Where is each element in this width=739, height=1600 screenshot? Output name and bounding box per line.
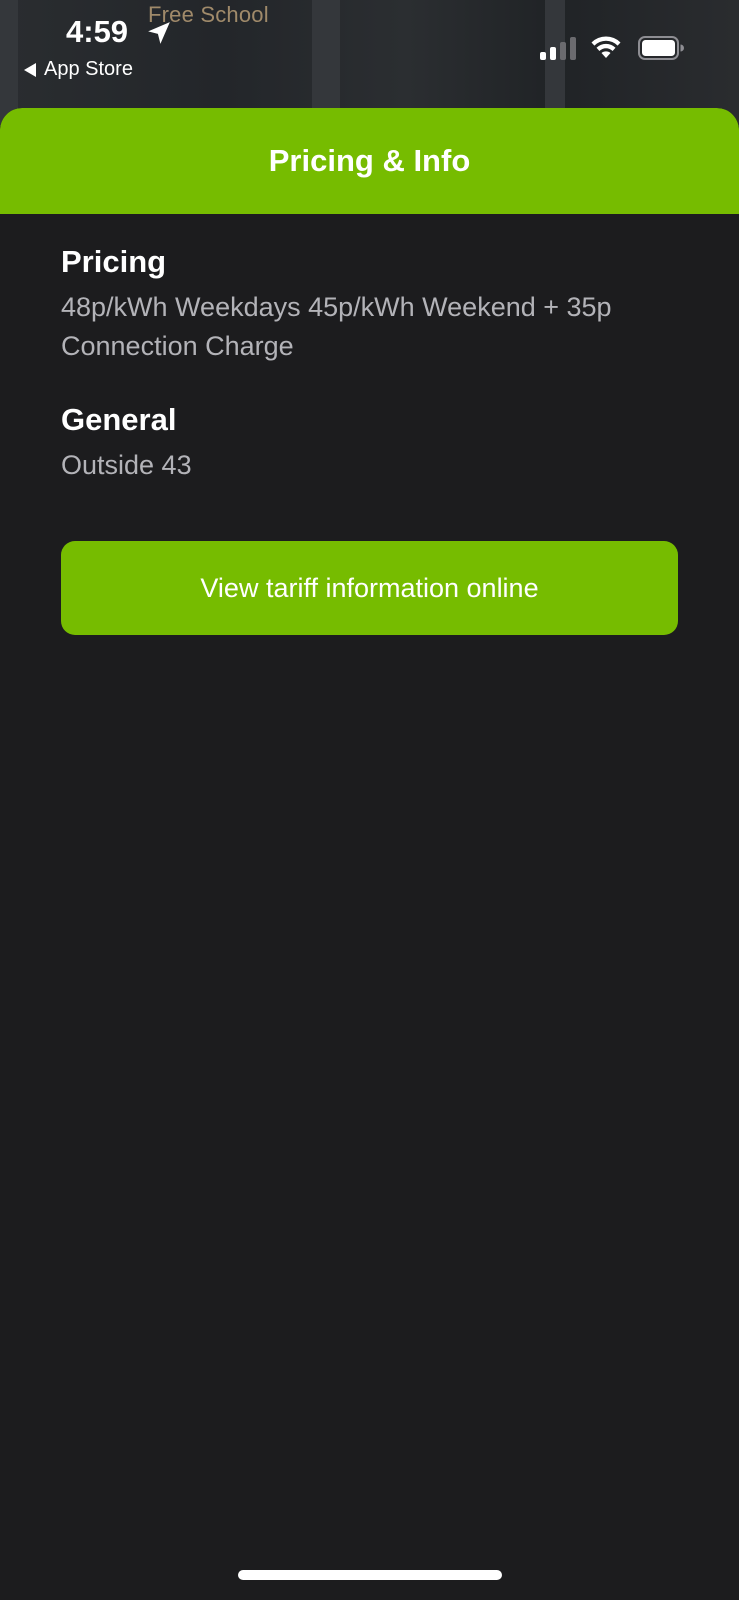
- general-section: General Outside 43: [61, 402, 678, 485]
- signal-bar: [550, 47, 556, 60]
- wifi-icon: [591, 36, 621, 58]
- location-arrow-icon: [148, 22, 170, 44]
- pricing-text: 48p/kWh Weekdays 45p/kWh Weekend + 35p C…: [61, 292, 612, 361]
- sheet-title: Pricing & Info: [268, 143, 471, 178]
- cellular-signal-icon: [540, 36, 576, 60]
- status-time: 4:59: [66, 14, 129, 49]
- general-heading: General: [61, 402, 177, 437]
- pricing-section: Pricing 48p/kWh Weekdays 45p/kWh Weekend…: [61, 244, 678, 366]
- pricing-heading: Pricing: [61, 244, 167, 279]
- signal-bar: [560, 42, 566, 60]
- sheet-header: Pricing & Info: [0, 108, 739, 214]
- signal-bar: [540, 52, 546, 60]
- home-indicator[interactable]: [238, 1570, 502, 1580]
- general-text: Outside 43: [61, 450, 192, 480]
- sheet-content: Pricing 48p/kWh Weekdays 45p/kWh Weekend…: [0, 214, 739, 635]
- battery-icon: [638, 36, 684, 60]
- back-arrow-icon: [24, 62, 36, 77]
- signal-bar: [570, 37, 576, 60]
- pricing-info-sheet: Pricing & Info Pricing 48p/kWh Weekdays …: [0, 108, 739, 1600]
- back-app-label: App Store: [44, 58, 133, 80]
- view-tariff-online-button[interactable]: View tariff information online: [61, 541, 678, 635]
- screen: Free School 4:59 App Store Pricing & Inf…: [0, 0, 739, 1600]
- back-to-app-store[interactable]: App Store: [24, 58, 133, 81]
